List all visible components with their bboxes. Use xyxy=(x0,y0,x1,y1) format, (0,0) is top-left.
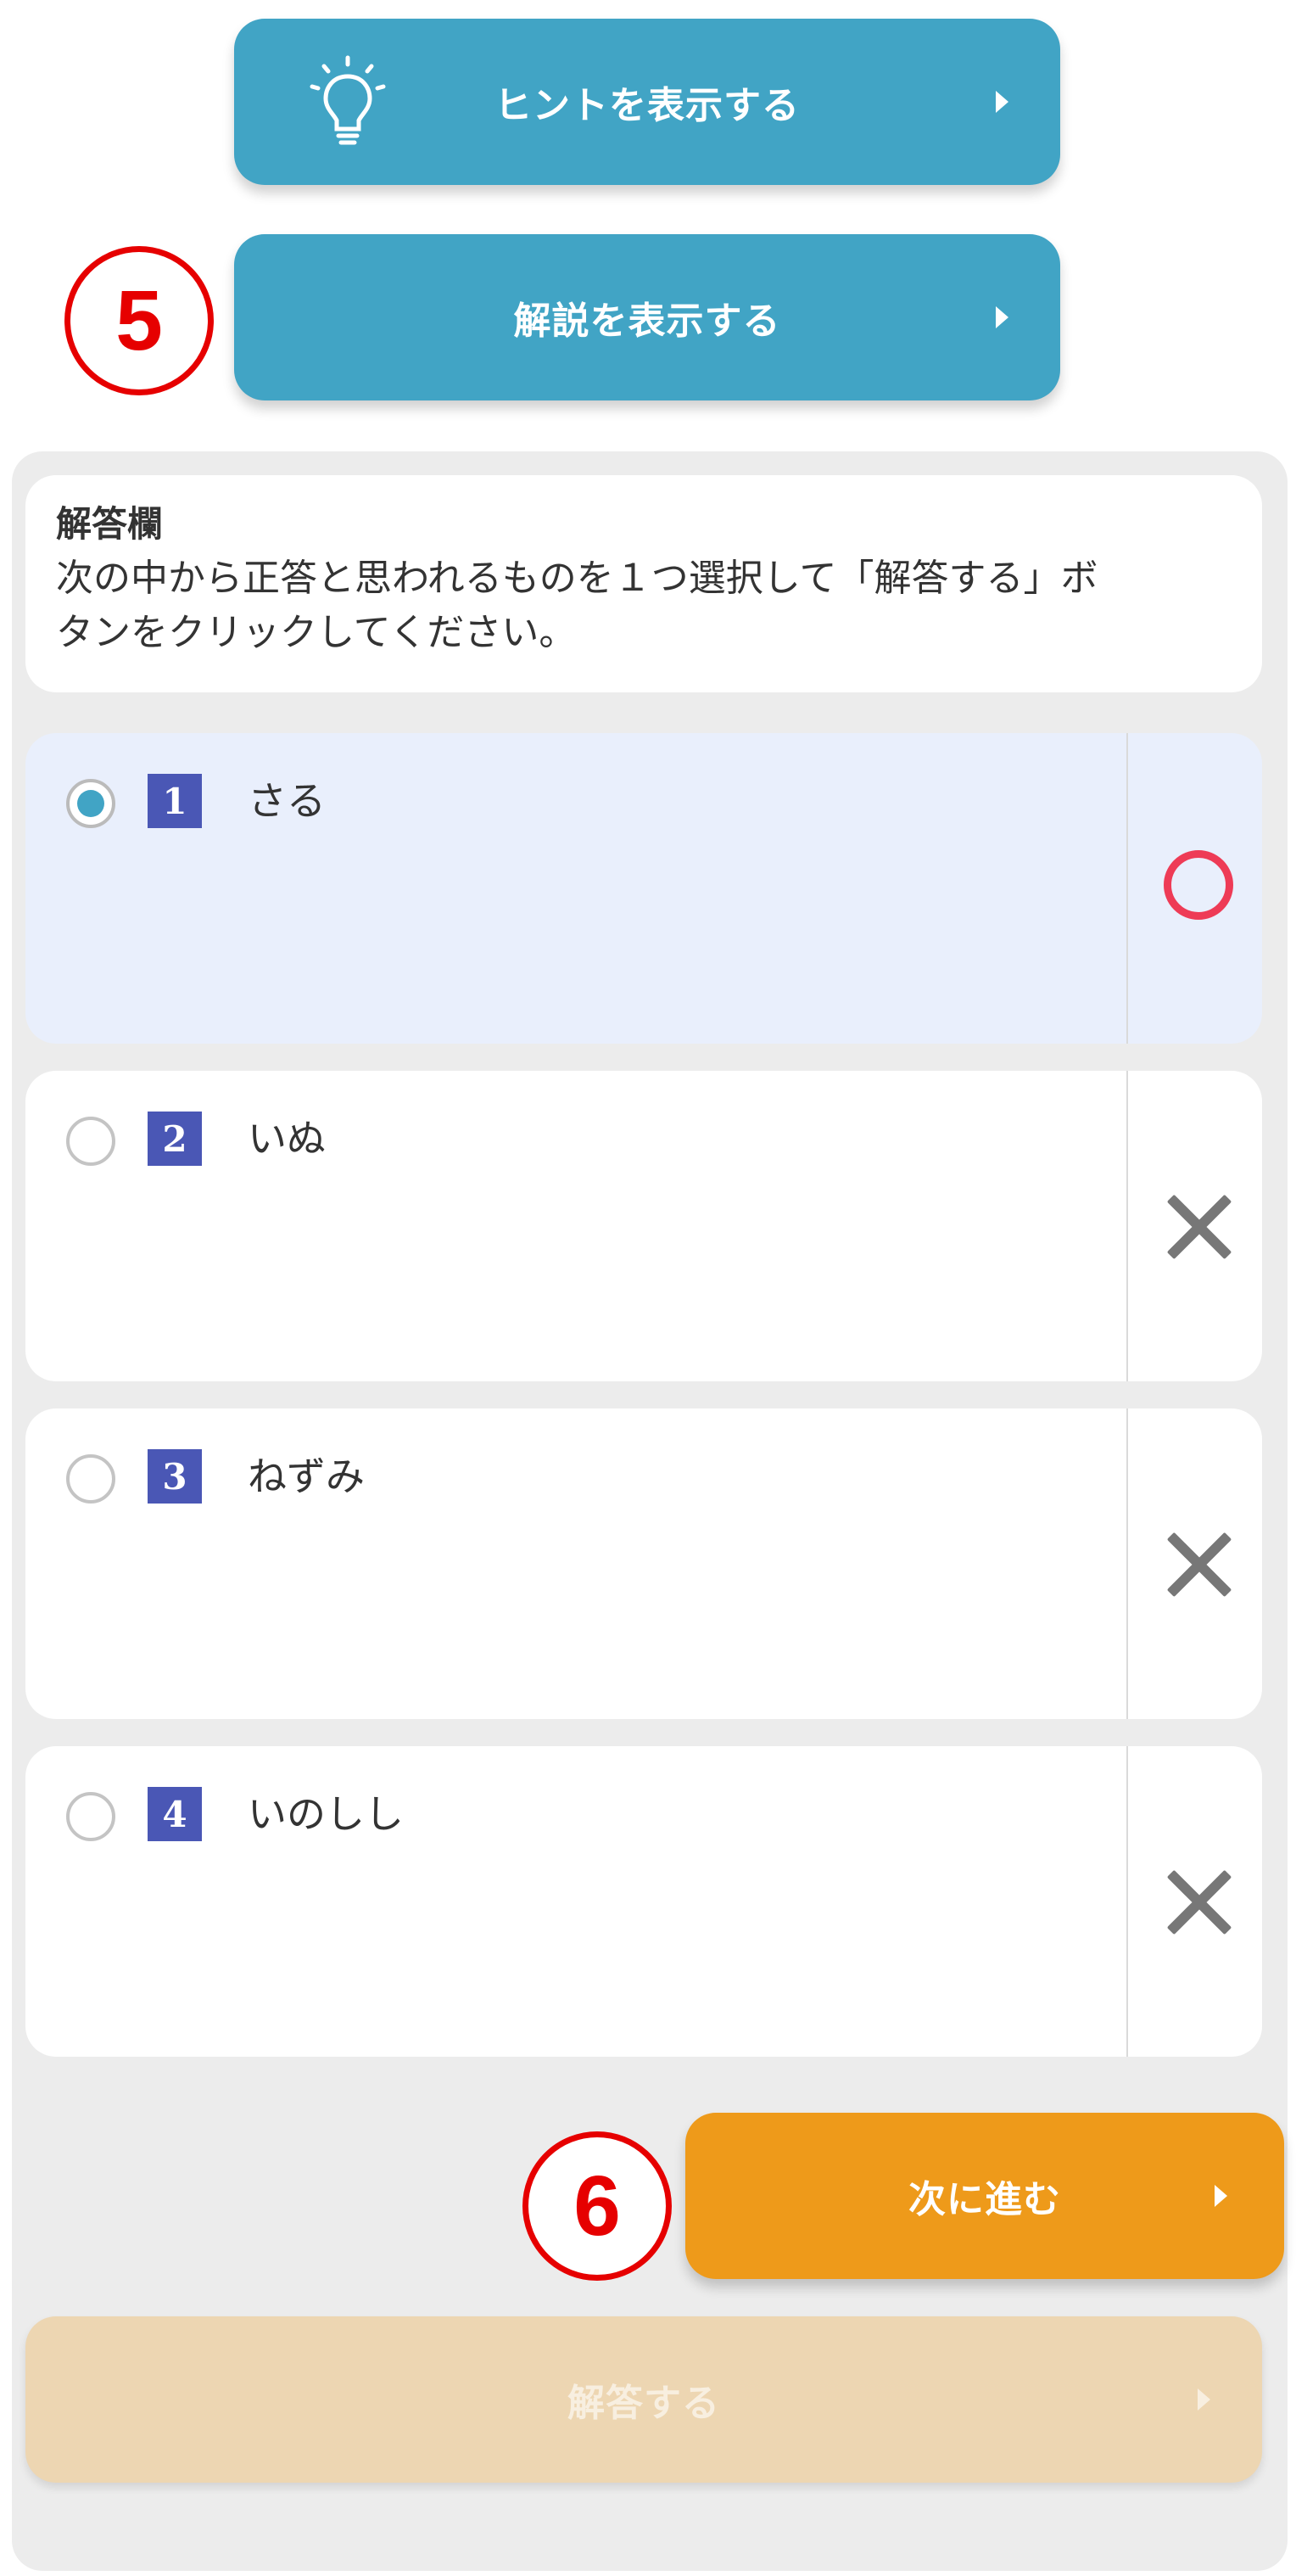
choice-option-3[interactable]: 3 ねずみ xyxy=(25,1408,1262,1719)
chevron-right-icon xyxy=(1215,2185,1227,2207)
incorrect-cross-icon xyxy=(1164,1867,1235,1938)
chevron-right-icon xyxy=(996,91,1008,113)
show-explanation-label: 解説を表示する xyxy=(513,300,781,343)
instruction-line-1: 次の中から正答と思われるものを１つ選択して「解答する」ボ xyxy=(56,557,1098,600)
choice-radio-4[interactable] xyxy=(66,1792,115,1841)
submit-answer-button[interactable]: 解答する xyxy=(25,2316,1262,2483)
choice-number-badge: 2 xyxy=(148,1112,202,1166)
step-marker-5: 5 xyxy=(64,246,214,395)
choice-option-4[interactable]: 4 いのしし xyxy=(25,1746,1262,2057)
choice-radio-3[interactable] xyxy=(66,1454,115,1504)
choice-option-1[interactable]: 1 さる xyxy=(25,733,1262,1044)
correct-circle-icon xyxy=(1164,850,1233,920)
choice-number-badge: 4 xyxy=(148,1787,202,1841)
choice-text: さる xyxy=(248,778,326,824)
show-explanation-button[interactable]: 解説を表示する xyxy=(234,234,1060,400)
instruction-text: 次の中から正答と思われるものを１つ選択して「解答する」ボ タンをクリックしてくだ… xyxy=(56,552,1232,660)
submit-answer-label: 解答する xyxy=(567,2382,720,2425)
choice-text: ねずみ xyxy=(248,1453,365,1499)
choice-radio-2[interactable] xyxy=(66,1117,115,1166)
divider xyxy=(1126,1408,1128,1719)
choice-option-2[interactable]: 2 いぬ xyxy=(25,1071,1262,1381)
instruction-line-2: タンをクリックしてください。 xyxy=(56,611,577,654)
divider xyxy=(1126,733,1128,1044)
choice-text: いぬ xyxy=(248,1116,326,1162)
answer-panel-title: 解答欄 xyxy=(56,503,164,545)
divider xyxy=(1126,1746,1128,2057)
step-marker-6: 6 xyxy=(522,2131,672,2281)
choice-radio-1[interactable] xyxy=(66,779,115,828)
lightbulb-icon xyxy=(305,51,390,156)
choice-number-badge: 1 xyxy=(148,774,202,828)
show-hint-label: ヒントを表示する xyxy=(494,84,800,127)
divider xyxy=(1126,1071,1128,1381)
incorrect-cross-icon xyxy=(1164,1191,1235,1263)
next-button-label: 次に進む xyxy=(908,2178,1061,2221)
answer-instructions: 解答欄 次の中から正答と思われるものを１つ選択して「解答する」ボ タンをクリック… xyxy=(25,475,1262,692)
chevron-right-icon xyxy=(1198,2388,1210,2411)
choice-number-badge: 3 xyxy=(148,1449,202,1504)
show-hint-button[interactable]: ヒントを表示する xyxy=(234,19,1060,185)
chevron-right-icon xyxy=(996,306,1008,328)
incorrect-cross-icon xyxy=(1164,1529,1235,1600)
next-button[interactable]: 次に進む xyxy=(685,2113,1284,2279)
choice-text: いのしし xyxy=(248,1791,404,1837)
